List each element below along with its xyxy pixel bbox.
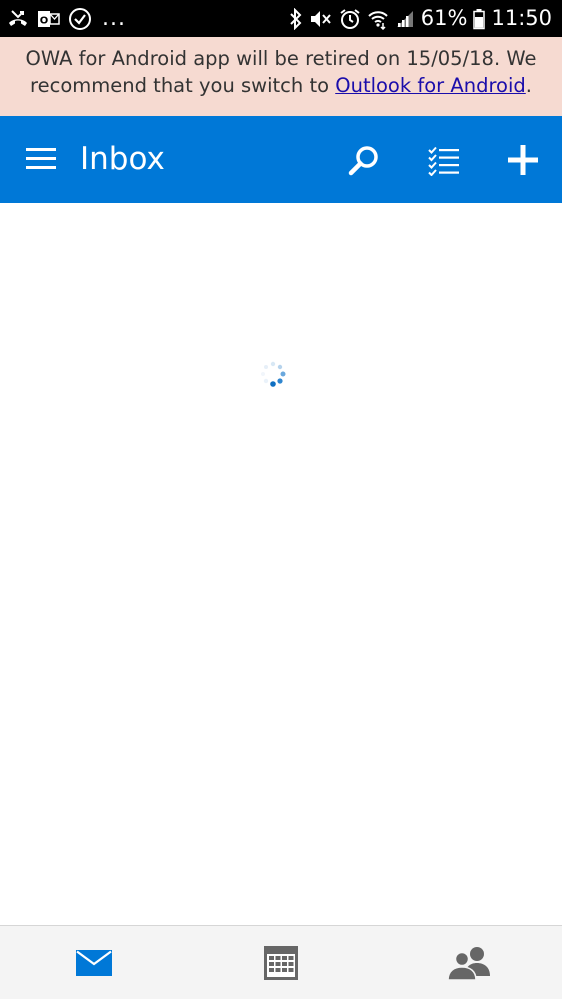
battery-icon: [473, 8, 486, 30]
missed-call-icon: [6, 8, 30, 30]
status-left-icons: O ...: [6, 7, 126, 31]
status-bar: O ... 61% 11:50: [0, 0, 562, 37]
check-circle-icon: [68, 7, 92, 31]
compose-plus-icon: [508, 145, 538, 175]
bluetooth-icon: [289, 7, 303, 30]
search-icon: [348, 146, 378, 176]
alarm-icon: [339, 8, 361, 30]
wifi-icon: [367, 8, 389, 30]
status-right-icons: 61% 11:50: [289, 6, 552, 30]
select-list-icon: [428, 146, 459, 177]
loading-spinner-icon: [261, 361, 286, 387]
loading-spinner: [258, 359, 288, 389]
people-icon: [446, 946, 490, 981]
hamburger-menu-icon: [26, 148, 56, 169]
search-button[interactable]: [347, 144, 381, 178]
new-message-button[interactable]: [507, 144, 539, 176]
page-title: Inbox: [80, 141, 165, 177]
calendar-icon: [264, 945, 298, 980]
svg-text:O: O: [40, 15, 49, 26]
nav-mail-tab[interactable]: [0, 926, 187, 999]
outlook-for-android-link[interactable]: Outlook for Android: [335, 74, 526, 97]
banner-message-end: .: [525, 74, 532, 97]
retirement-banner: OWA for Android app will be retired on 1…: [0, 37, 562, 116]
app-header: Inbox: [0, 116, 562, 203]
nav-calendar-tab[interactable]: [187, 926, 375, 999]
more-notifications-indicator: ...: [102, 5, 126, 31]
battery-percent: 61%: [420, 6, 468, 30]
menu-button[interactable]: [26, 146, 56, 172]
outlook-notification-icon: O: [38, 9, 60, 29]
mail-icon: [75, 949, 112, 976]
signal-icon: [395, 9, 415, 29]
status-time: 11:50: [491, 6, 552, 30]
select-items-button[interactable]: [428, 146, 460, 177]
vibrate-mute-icon: [309, 8, 333, 30]
message-list: [0, 203, 562, 925]
nav-people-tab[interactable]: [375, 926, 562, 999]
bottom-navigation: [0, 925, 562, 999]
